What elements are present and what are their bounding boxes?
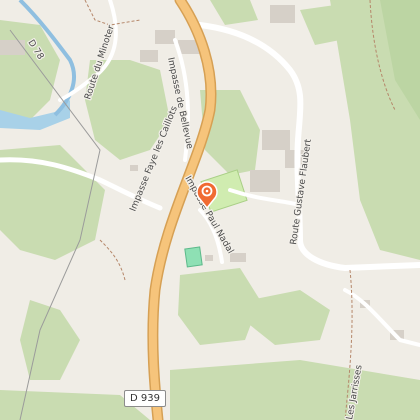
map-pin-icon[interactable] bbox=[196, 181, 218, 209]
road-shield-d939: D 939 bbox=[124, 390, 166, 407]
swimming-pool bbox=[184, 246, 203, 268]
map-canvas[interactable]: D 78 Route du Minoter Impasse de Bellevu… bbox=[0, 0, 420, 420]
label-impasse-bellevue: Impasse de Bellevue bbox=[165, 57, 194, 151]
map-view[interactable]: D 78 Route du Minoter Impasse de Bellevu… bbox=[0, 0, 420, 420]
